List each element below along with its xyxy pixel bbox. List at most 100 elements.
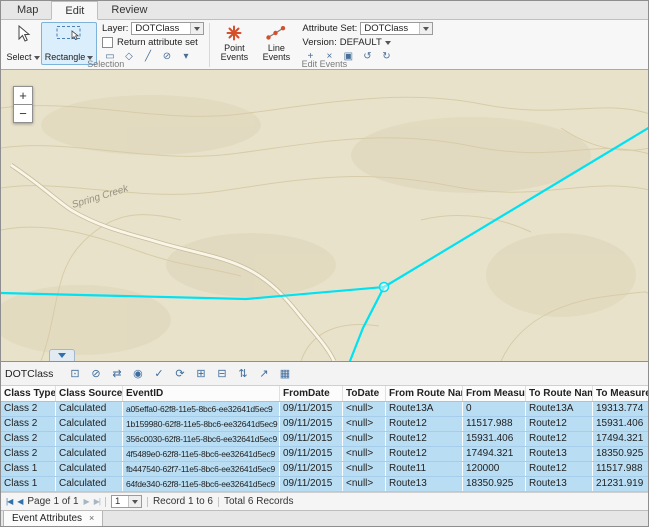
column-header-to-route-name[interactable]: To Route Name [526,386,593,402]
switch-selection-icon[interactable]: ⇄ [107,364,126,383]
table-row[interactable]: Class 2Calculated1b159980-62f8-11e5-8bc6… [1,417,648,432]
prev-page-button[interactable]: ◀ [17,497,22,506]
table-cell: <null> [343,417,386,432]
select-all-icon[interactable]: ⊡ [65,364,84,383]
table-wrap: Class TypeClass SourceEventIDFromDateToD… [1,386,648,492]
table-cell: 11517.988 [593,462,649,477]
table-cell: 17494.321 [463,447,526,462]
tab-edit[interactable]: Edit [51,1,98,20]
page-select-dropdown[interactable]: 1 [111,495,142,508]
attribute-set-dropdown[interactable]: DOTClass [360,22,433,35]
table-cell: <null> [343,432,386,447]
selection-group: Select Rectangle Layer: DOTClass [3,21,208,69]
export-records-icon[interactable]: ↗ [254,364,273,383]
delete-record-icon[interactable]: ⊟ [212,364,231,383]
layer-dropdown[interactable]: DOTClass [131,22,204,35]
sort-records-icon[interactable]: ⇅ [233,364,252,383]
zoom-out-button[interactable]: − [13,104,33,123]
bottom-tab-label: Event Attributes [12,513,82,524]
table-cell: Calculated [56,402,123,417]
column-header-from-route-name[interactable]: From Route Name [386,386,463,402]
first-page-button[interactable]: |◀ [6,497,12,506]
table-row[interactable]: Class 2Calculated4f5489e0-62f8-11e5-8bc6… [1,447,648,462]
table-toolbar-icons: ⊡⊘⇄◉✓⟳⊞⊟⇅↗▦ [65,364,294,383]
column-header-class-type[interactable]: Class Type [1,386,56,402]
ribbon-tab-bar: MapEditReview [1,1,648,20]
table-row[interactable]: Class 2Calculateda05effa0-62f8-11e5-8bc6… [1,402,648,417]
return-attribute-set-checkbox[interactable] [102,37,113,48]
edit-events-group: Point Events Line Events Attribute Set: … [211,21,437,69]
event-table-panel: DOTClass ⊡⊘⇄◉✓⟳⊞⊟⇅↗▦ Class TypeClass Sou… [1,361,648,526]
table-cell: 09/11/2015 [280,447,343,462]
tab-event-attributes[interactable]: Event Attributes × [3,511,103,526]
table-cell: Route12 [386,432,463,447]
line-events-icon [266,25,286,43]
table-body: Class 2Calculateda05effa0-62f8-11e5-8bc6… [1,402,648,492]
version-value: DEFAULT [340,37,382,48]
table-cell: 09/11/2015 [280,417,343,432]
map-canvas[interactable]: Spring Creek [1,70,649,361]
pager-separator [147,497,148,507]
table-cell: fb447540-62f7-11e5-8bc6-ee32641d5ec9 [123,462,280,477]
next-page-button[interactable]: ▶ [84,497,89,506]
table-row[interactable]: Class 1Calculatedfb447540-62f7-11e5-8bc6… [1,462,648,477]
table-cell: <null> [343,462,386,477]
collapse-arrow-icon [58,353,66,358]
table-cell: 09/11/2015 [280,402,343,417]
table-header-row: Class TypeClass SourceEventIDFromDateToD… [1,386,648,402]
table-row[interactable]: Class 2Calculated356c0030-62f8-11e5-8bc6… [1,432,648,447]
table-cell: 15931.406 [463,432,526,447]
table-row[interactable]: Class 1Calculated64fde340-62f8-11e5-8bc6… [1,477,648,492]
table-cell: 1b159980-62f8-11e5-8bc6-ee32641d5ec9 [123,417,280,432]
table-cell: Route12 [526,432,593,447]
table-cell: 15931.406 [593,417,649,432]
zoom-in-button[interactable]: + [13,86,33,105]
table-cell: Class 2 [1,402,56,417]
last-page-button[interactable]: ▶| [94,497,100,506]
table-cell: 11517.988 [463,417,526,432]
column-header-class-source[interactable]: Class Source [56,386,123,402]
map-viewport[interactable]: Spring Creek + − [1,70,649,361]
selection-group-label: Selection [3,59,208,69]
table-cell: Route13 [526,477,593,492]
pagination-bar: |◀ ◀ Page 1 of 1 ▶ ▶| 1 Record 1 to 6 To… [1,492,648,510]
table-cell: Route11 [386,462,463,477]
save-edits-icon[interactable]: ✓ [149,364,168,383]
column-header-to-measure[interactable]: To Measure [593,386,649,402]
table-cell: 64fde340-62f8-11e5-8bc6-ee32641d5ec9 [123,477,280,492]
point-events-icon [226,25,242,43]
clear-selection-icon[interactable]: ⊘ [86,364,105,383]
zoom-to-selection-icon[interactable]: ◉ [128,364,147,383]
dropdown-arrow-icon [128,496,141,507]
table-cell: Route12 [526,417,593,432]
close-tab-icon[interactable]: × [89,514,94,523]
tab-review[interactable]: Review [98,1,160,19]
version-label: Version: [302,37,336,48]
table-cell: 18350.925 [463,477,526,492]
column-header-eventid[interactable]: EventID [123,386,280,402]
version-selector[interactable]: Version: DEFAULT [302,36,433,49]
app-window: MapEditReview Select Rectangle Layer: [0,0,649,527]
table-cell: 0 [463,402,526,417]
dropdown-arrow-icon [419,23,432,34]
attribute-set-value: DOTClass [361,23,419,34]
column-header-from-measure[interactable]: From Measure [463,386,526,402]
column-header-todate[interactable]: ToDate [343,386,386,402]
rectangle-select-icon [56,25,82,43]
record-total: Total 6 Records [224,496,293,507]
refresh-icon[interactable]: ⟳ [170,364,189,383]
table-cell: 21231.919 [593,477,649,492]
collapse-table-panel-button[interactable] [49,349,75,361]
route-junction-marker[interactable] [380,283,389,292]
table-cell: <null> [343,477,386,492]
table-cell: Route12 [526,462,593,477]
column-options-icon[interactable]: ▦ [275,364,294,383]
column-header-fromdate[interactable]: FromDate [280,386,343,402]
add-record-icon[interactable]: ⊞ [191,364,210,383]
table-cell: <null> [343,402,386,417]
dropdown-arrow-icon [190,23,203,34]
table-cell: Route13 [386,477,463,492]
tab-map[interactable]: Map [4,1,51,19]
table-cell: 09/11/2015 [280,477,343,492]
table-cell: Class 2 [1,417,56,432]
